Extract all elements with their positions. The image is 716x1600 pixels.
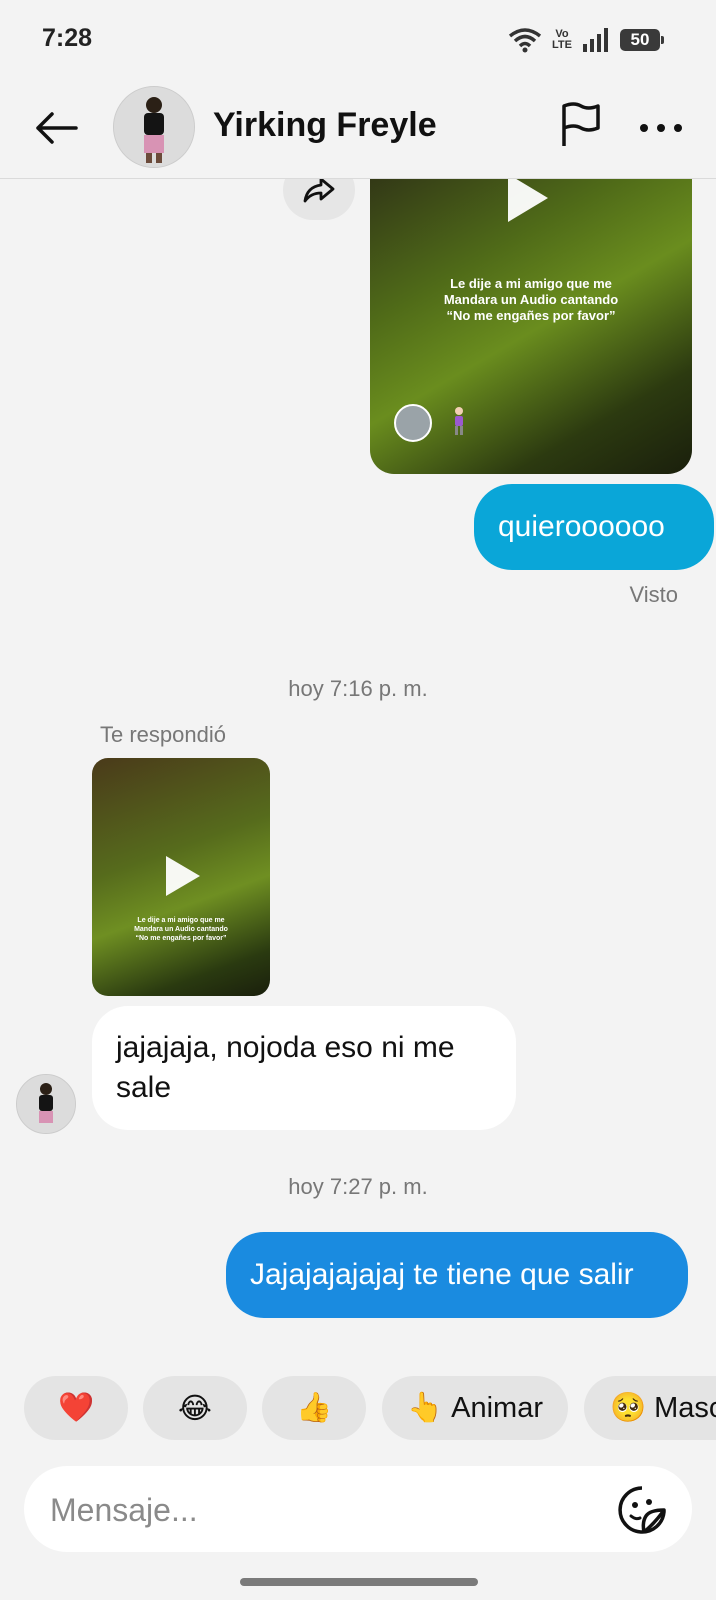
replied-video-message[interactable]: Le dije a mi amigo que me Mandara un Aud… <box>92 758 270 996</box>
person-photo-icon <box>114 87 194 167</box>
reaction-masc[interactable]: 🥺 Masc <box>584 1376 716 1440</box>
pleading-face-icon: 🥺 <box>610 1392 647 1424</box>
forward-button[interactable] <box>283 178 355 220</box>
message-text: Jajajajajajaj te tiene que salir <box>250 1258 634 1291</box>
heart-icon: ❤️ <box>57 1392 95 1424</box>
report-button[interactable] <box>556 100 606 150</box>
contact-avatar[interactable] <box>113 86 195 168</box>
battery-icon: 50 <box>620 29 664 51</box>
reaction-animar[interactable]: 👆 Animar <box>382 1376 568 1440</box>
person-emoji-icon <box>455 407 463 435</box>
caption-line: Mandara un Audio cantando <box>443 292 619 307</box>
sticker-button[interactable] <box>616 1484 668 1536</box>
message-input[interactable] <box>48 1484 612 1536</box>
play-icon <box>508 178 548 222</box>
wifi-icon <box>508 28 542 53</box>
status-icons: Vo LTE 50 <box>508 26 664 54</box>
message-text: jajajaja, nojoda eso ni me sale <box>116 1031 455 1104</box>
volte-icon: Vo LTE <box>552 29 572 51</box>
message-text: quieroooooo <box>498 510 665 543</box>
more-horizontal-icon <box>640 124 682 132</box>
caption-line: Le dije a mi amigo que me <box>450 276 612 291</box>
video-caption: Le dije a mi amigo que me Mandara un Aud… <box>92 916 270 943</box>
caption-line: “No me engañes por favor” <box>446 308 616 323</box>
person-photo-icon <box>17 1075 75 1133</box>
contact-name[interactable]: Yirking Freyle <box>213 106 437 145</box>
signal-icon <box>583 28 608 52</box>
quick-reactions: ❤️ 😂 👍 👆 Animar 🥺 Masc <box>0 1376 716 1440</box>
sticker-icon <box>618 1486 666 1534</box>
status-bar: 7:28 Vo LTE 50 <box>0 0 716 80</box>
laughing-face-icon: 😂 <box>178 1392 212 1425</box>
back-button[interactable] <box>30 102 82 154</box>
caption-line: Le dije a mi amigo que me <box>137 917 225 924</box>
message-list[interactable]: Le dije a mi amigo que me Mandara un Aud… <box>0 178 716 1368</box>
video-author-avatar <box>394 404 432 442</box>
caption-line: “No me engañes por favor” <box>135 935 227 942</box>
pointing-hand-icon: 👆 <box>407 1392 444 1424</box>
share-arrow-icon <box>303 178 335 203</box>
status-time: 7:28 <box>42 24 93 52</box>
video-caption: Le dije a mi amigo que me Mandara un Aud… <box>370 276 692 324</box>
timestamp: hoy 7:16 p. m. <box>288 676 428 701</box>
incoming-message[interactable]: jajajaja, nojoda eso ni me sale <box>92 1006 516 1130</box>
reaction-heart[interactable]: ❤️ <box>24 1376 128 1440</box>
thumbs-up-icon: 👍 <box>295 1392 333 1424</box>
sender-avatar[interactable] <box>16 1074 76 1134</box>
shared-video-message[interactable]: Le dije a mi amigo que me Mandara un Aud… <box>370 178 692 474</box>
caption-line: Mandara un Audio cantando <box>134 926 228 933</box>
reaction-label: Masc <box>654 1391 716 1424</box>
flag-icon <box>562 102 600 146</box>
timestamp: hoy 7:27 p. m. <box>288 1174 428 1199</box>
outgoing-message[interactable]: Jajajajajajaj te tiene que salir <box>226 1232 688 1318</box>
seen-status: Visto <box>629 582 678 607</box>
reply-label: Te respondió <box>100 722 226 747</box>
arrow-left-icon <box>36 112 78 144</box>
reaction-laugh[interactable]: 😂 <box>143 1376 247 1440</box>
chat-header: Yirking Freyle <box>0 80 716 179</box>
home-indicator[interactable] <box>240 1578 478 1586</box>
reaction-thumbs-up[interactable]: 👍 <box>262 1376 366 1440</box>
reaction-label: Animar <box>451 1391 543 1424</box>
play-icon <box>166 856 200 896</box>
lte-label: LTE <box>552 39 572 51</box>
more-options-button[interactable] <box>636 108 686 148</box>
outgoing-message[interactable]: quieroooooo <box>474 484 714 570</box>
message-composer <box>24 1466 692 1552</box>
